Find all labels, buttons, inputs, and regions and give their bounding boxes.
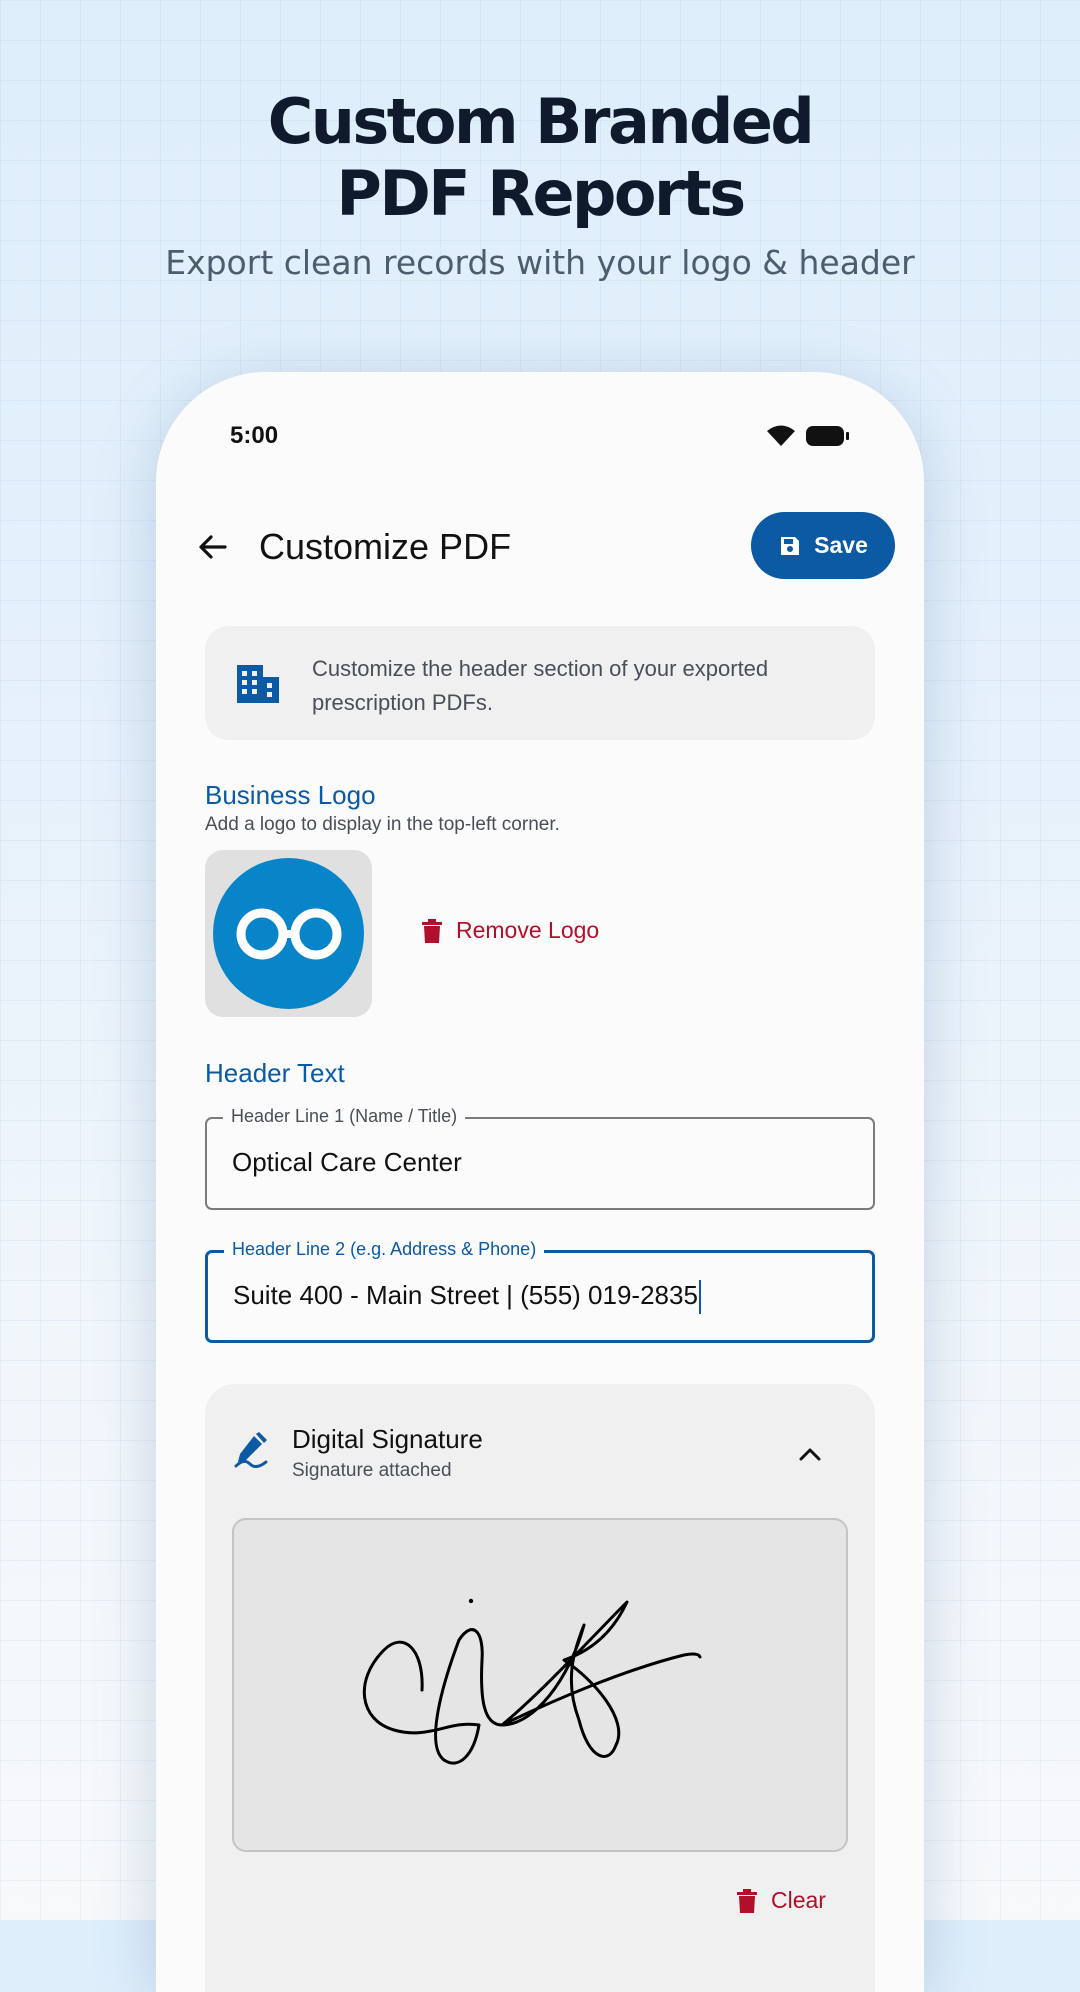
chevron-up-icon [799,1448,821,1461]
status-time: 5:00 [230,422,279,449]
arrow-left-icon [199,535,227,559]
header-line2-value: Suite 400 - Main Street | (555) 019-2835 [233,1280,698,1310]
signature-pad[interactable] [232,1518,848,1852]
save-button[interactable]: Save [751,512,895,579]
info-text: Customize the header section of your exp… [312,656,769,715]
text-caret [698,1280,701,1315]
info-card: Customize the header section of your exp… [205,626,875,740]
header-line1-field[interactable]: Header Line 1 (Name / Title) Optical Car… [205,1106,875,1210]
trash-icon [737,1888,757,1913]
signature-card: Digital Signature Signature attached Cle… [205,1384,875,1992]
collapse-button[interactable] [790,1434,830,1474]
signature-status: Signature attached [292,1460,452,1481]
promo-title: Custom Branded PDF Reports [0,86,1080,230]
signature-title: Digital Signature [292,1424,483,1454]
header-line1-label: Header Line 1 (Name / Title) [223,1106,466,1127]
promo-subtitle: Export clean records with your logo & he… [165,243,915,282]
business-logo-title: Business Logo [205,780,376,810]
wifi-icon [766,424,796,453]
phone-frame: 5:00 Customize PDF Save Customize the he… [156,372,924,1992]
status-icons [766,424,850,453]
remove-logo-label: Remove Logo [456,917,600,943]
back-button[interactable] [190,524,236,570]
clear-signature-button[interactable]: Clear [737,1887,826,1914]
header-text-title: Header Text [205,1058,345,1088]
battery-icon [806,424,850,453]
header-line1-value: Optical Care Center [232,1147,462,1177]
business-logo-subtitle: Add a logo to display in the top-left co… [205,814,560,835]
app-bar: Customize PDF Save [156,512,924,582]
floppy-disk-icon [781,536,800,555]
header-line2-field[interactable]: Header Line 2 (e.g. Address & Phone) Sui… [205,1239,875,1343]
save-button-label: Save [814,532,868,558]
screen-title: Customize PDF [259,526,512,567]
clear-signature-label: Clear [771,1887,826,1913]
signature-pen-icon [234,1432,268,1473]
header-line2-label: Header Line 2 (e.g. Address & Phone) [224,1239,545,1260]
logo-preview[interactable] [205,850,372,1017]
signature-image [362,1598,702,1765]
header-line2-value-wrap: Suite 400 - Main Street | (555) 019-2835 [233,1280,701,1315]
promo-title-line1: Custom Branded [267,85,815,158]
glasses-logo [213,858,364,1009]
promo-title-line2: PDF Reports [336,157,746,230]
building-icon [235,663,281,710]
remove-logo-button[interactable]: Remove Logo [422,917,599,944]
trash-icon [422,918,442,943]
